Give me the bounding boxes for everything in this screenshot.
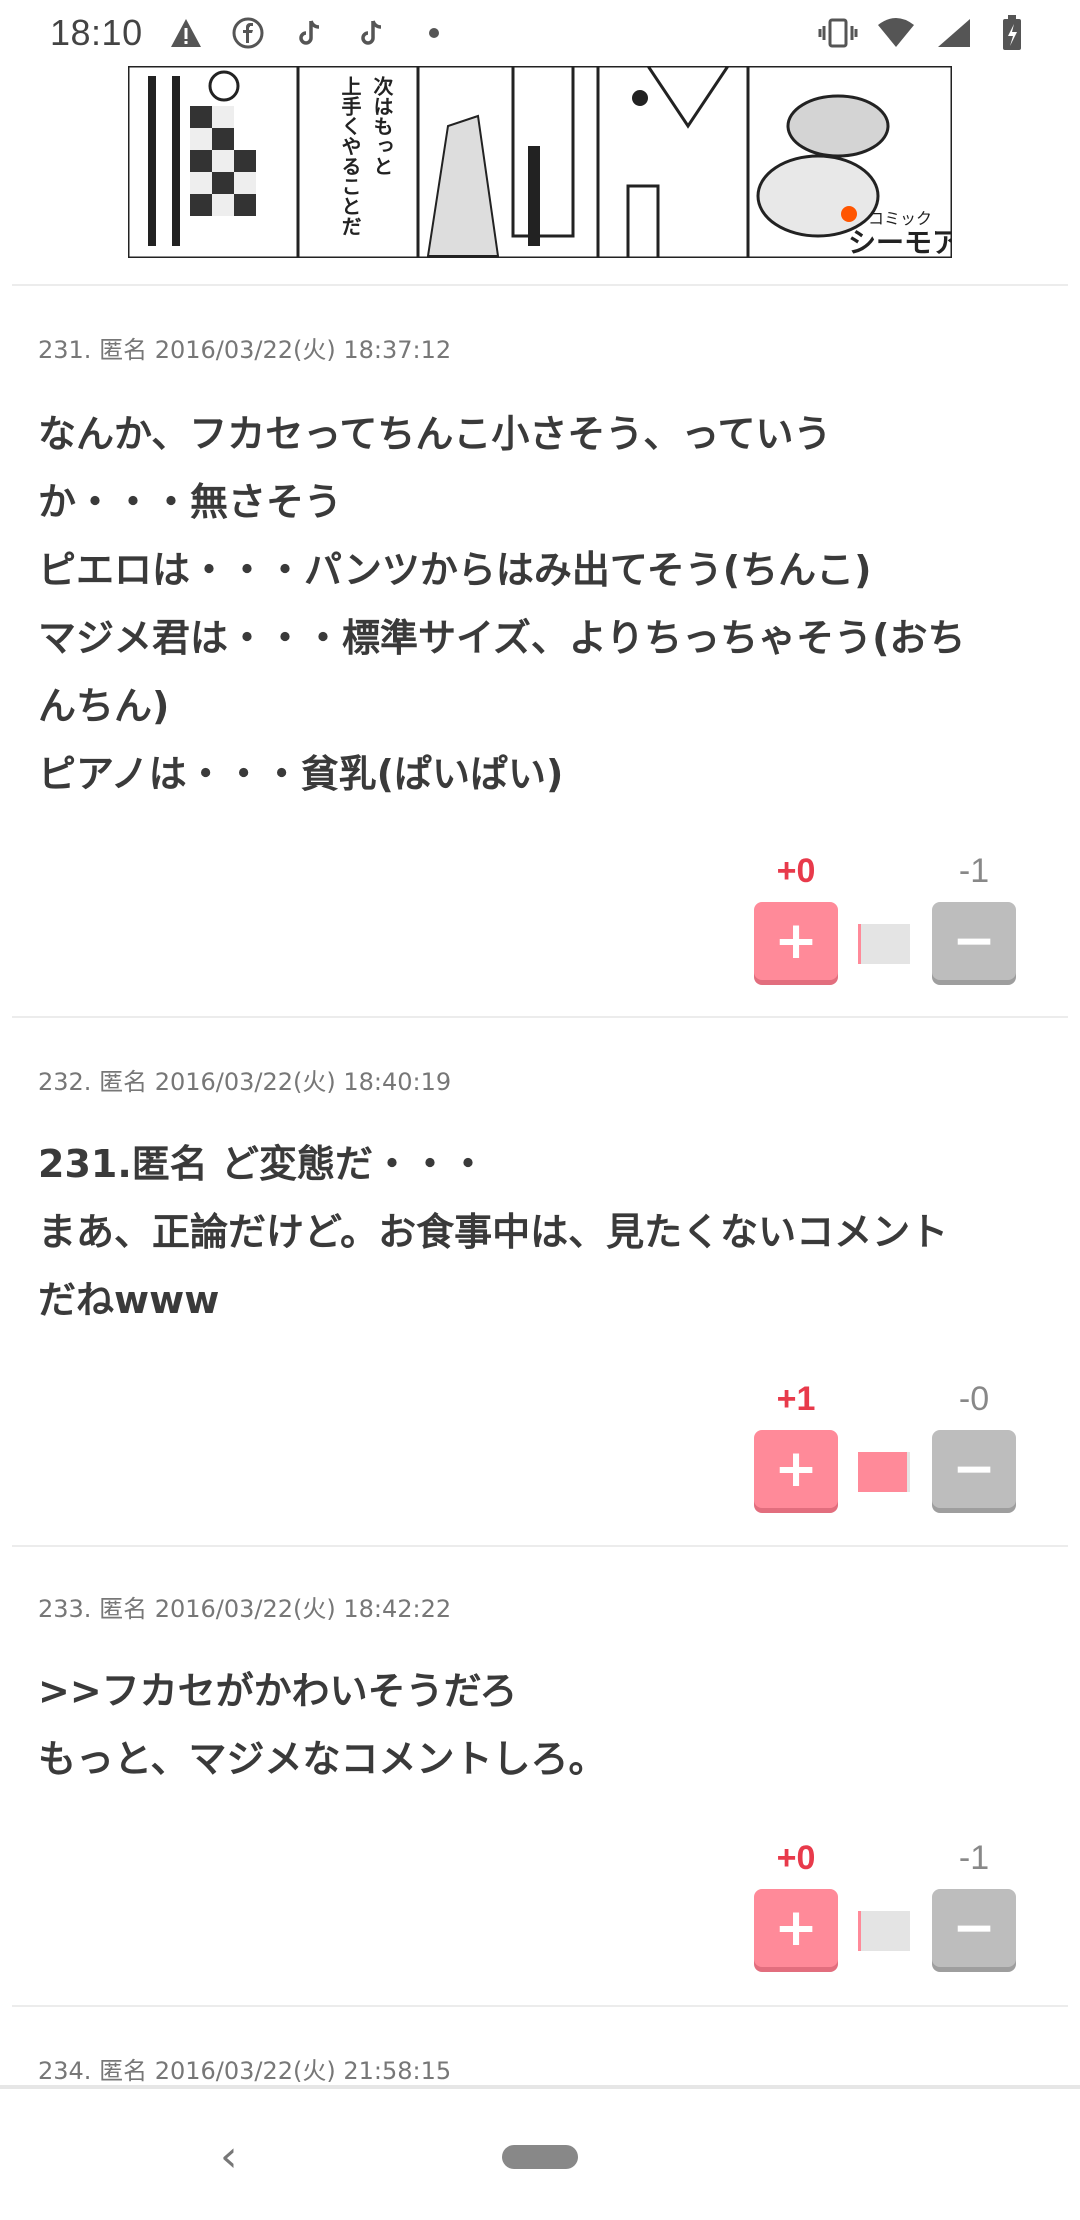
dot-icon — [415, 14, 453, 52]
plus-button[interactable]: + — [754, 1430, 838, 1508]
banner-ad[interactable]: 次はもっと 上手くやることだ コミック シーモア — [128, 66, 952, 258]
banner-brand-large: シーモア — [848, 226, 952, 258]
comment-meta: 233. 匿名 2016/03/22(火) 18:42:22 — [38, 1595, 452, 1623]
vote-ratio-fill — [858, 1911, 861, 1951]
navigation-bar: ‹ — [0, 2085, 1080, 2220]
plus-count: +1 — [776, 1380, 816, 1418]
vote-ratio-fill — [858, 924, 861, 964]
plus-count: +0 — [776, 852, 816, 890]
plus-count: +0 — [776, 1839, 816, 1877]
tiktok-icon — [353, 14, 391, 52]
comment-body: なんか、フカセってちんこ小さそう、っていう か・・・無さそう ピエロは・・・パン… — [38, 412, 966, 796]
status-time: 18:10 — [50, 12, 143, 53]
minus-count: -0 — [958, 1380, 990, 1418]
battery-icon — [992, 14, 1032, 52]
minus-count: -1 — [958, 852, 990, 890]
tiktok-icon — [291, 14, 329, 52]
minus-count: -1 — [958, 1839, 990, 1877]
vote-widget: +1 -0 + − — [754, 1380, 1034, 1510]
divider — [12, 284, 1068, 286]
vote-widget: +0 -1 + − — [754, 1839, 1034, 1969]
comment-body: 231.匿名 ど変態だ・・・ まあ、正論だけど。お食事中は、見たくないコメント … — [38, 1142, 949, 1322]
warning-icon — [167, 14, 205, 52]
plus-button[interactable]: + — [754, 902, 838, 980]
banner-caption-2: 上手くやることだ — [338, 76, 362, 236]
vibrate-icon — [818, 14, 858, 52]
vote-ratio-fill — [858, 1452, 908, 1492]
facebook-icon — [229, 14, 267, 52]
banner-illustration: 次はもっと 上手くやることだ コミック シーモア — [128, 66, 952, 258]
vote-widget: +0 -1 + − — [754, 852, 1034, 982]
minus-button[interactable]: − — [932, 1430, 1016, 1508]
vote-ratio-bar — [858, 1911, 910, 1951]
comment-body: >>フカセがかわいそうだろ もっと、マジメなコメントしろ。 — [38, 1669, 607, 1781]
vote-ratio-bar — [858, 1452, 910, 1492]
comment-meta: 232. 匿名 2016/03/22(火) 18:40:19 — [38, 1068, 452, 1096]
divider — [12, 1545, 1068, 1547]
minus-button[interactable]: − — [932, 902, 1016, 980]
comment-meta: 231. 匿名 2016/03/22(火) 18:37:12 — [38, 336, 452, 364]
divider — [12, 2005, 1068, 2007]
banner-caption-1: 次はもっと — [370, 75, 394, 176]
signal-icon — [934, 14, 974, 52]
divider — [12, 1016, 1068, 1018]
plus-button[interactable]: + — [754, 1889, 838, 1967]
vote-ratio-bar — [858, 924, 910, 964]
back-icon[interactable]: ‹ — [220, 2131, 238, 2182]
minus-button[interactable]: − — [932, 1889, 1016, 1967]
home-pill[interactable] — [502, 2145, 578, 2169]
wifi-icon — [876, 14, 916, 52]
comment-meta: 234. 匿名 2016/03/22(火) 21:58:15 — [38, 2057, 452, 2085]
status-bar: 18:10 — [0, 0, 1080, 66]
